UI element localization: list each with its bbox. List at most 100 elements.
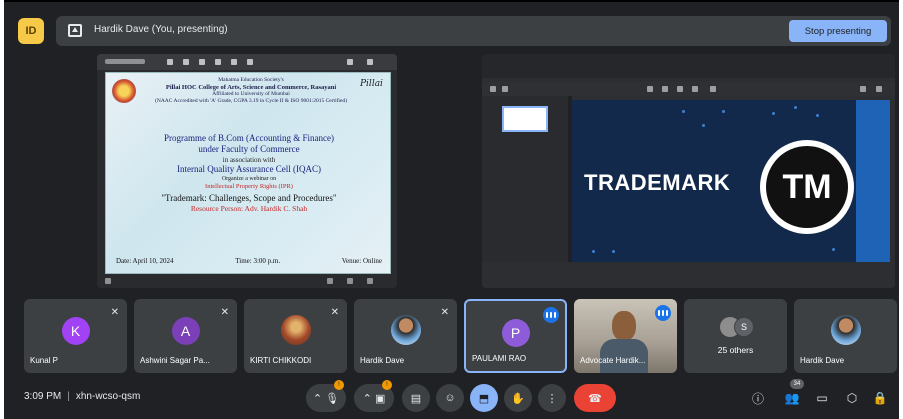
activities-icon[interactable]: ⬡: [842, 388, 862, 408]
chat-icon[interactable]: ▭: [812, 388, 832, 408]
slides-toolbar: [482, 82, 895, 96]
slides-toolbar-icon[interactable]: [876, 86, 882, 92]
poster-footer: Date: April 10, 2024 Time: 3:00 p.m. Ven…: [116, 257, 382, 265]
meeting-code: xhn-wcso-qsm: [75, 391, 141, 402]
speaking-icon: [655, 305, 671, 321]
participant-tile[interactable]: ✕ Hardik Dave: [354, 299, 457, 373]
webinar-poster: Pillai Mahatma Education Society's Pilla…: [105, 72, 391, 274]
others-tile[interactable]: S 25 others: [684, 299, 787, 373]
shared-poster-view: Pillai Mahatma Education Society's Pilla…: [97, 54, 397, 288]
toolbar-icon[interactable]: [231, 59, 237, 65]
participant-strip: ✕ K Kunal P ✕ A Ashwini Sagar Pa... ✕ KI…: [24, 299, 897, 373]
toolbar-icon[interactable]: [367, 59, 373, 65]
slide-thumbnails: [482, 96, 568, 262]
captions-icon: ▤: [410, 392, 422, 405]
mic-icon: 🎙: [325, 392, 340, 405]
toolbar-icon[interactable]: [183, 59, 189, 65]
avatar: [830, 315, 861, 345]
slides-toolbar-icon[interactable]: [710, 86, 716, 92]
warning-badge: !: [382, 380, 392, 390]
participant-tile[interactable]: Advocate Hardik...: [574, 299, 677, 373]
slide-title: TRADEMARK: [584, 170, 731, 195]
participant-name: Advocate Hardik...: [580, 356, 646, 365]
hangup-icon: ☎: [588, 392, 602, 405]
participant-name: Hardik Dave: [360, 356, 405, 365]
slides-toolbar-icon[interactable]: [490, 86, 496, 92]
present-button[interactable]: ⬒: [470, 384, 498, 412]
camera-button[interactable]: ⌃ ▣ !: [354, 380, 394, 412]
speaking-icon: [543, 307, 559, 323]
raise-hand-button[interactable]: ✋: [504, 384, 532, 412]
meeting-info: 3:09 PM | xhn-wcso-qsm: [24, 391, 141, 402]
poster-header: Mahatma Education Society's Pillai HOC C…: [155, 77, 347, 104]
meet-window: ID Hardik Dave (You, presenting) Stop pr…: [4, 0, 899, 419]
toolbar-icon[interactable]: [199, 59, 205, 65]
shared-slides-view: TRADEMARK TM: [482, 54, 895, 288]
chevron-up-icon: ⌃: [362, 392, 372, 405]
mic-off-icon: ✕: [110, 307, 119, 318]
mic-off-icon: ✕: [440, 307, 449, 318]
host-controls-icon[interactable]: 🔒: [870, 388, 890, 408]
present-icon: ⬒: [478, 392, 490, 405]
toolbar-icon[interactable]: [167, 59, 173, 65]
trademark-slide: TRADEMARK TM: [572, 100, 890, 262]
people-icon[interactable]: 👥: [782, 388, 802, 408]
tm-symbol: TM: [760, 140, 854, 234]
viewer-bottom-bar: [97, 274, 397, 288]
mic-off-icon: ✕: [330, 307, 339, 318]
avatar: P: [501, 319, 530, 347]
more-options-button[interactable]: ⋮: [538, 384, 566, 412]
emoji-button[interactable]: ☺: [436, 384, 464, 412]
participant-tile[interactable]: ✕ K Kunal P: [24, 299, 127, 373]
camera-icon: ▣: [374, 392, 386, 405]
toolbar-icon[interactable]: [347, 59, 353, 65]
chevron-up-icon: ⌃: [312, 392, 323, 405]
participant-name: Ashwini Sagar Pa...: [140, 356, 210, 365]
captions-button[interactable]: ▤: [402, 384, 430, 412]
participant-name: KIRTI CHIKKODI: [250, 356, 312, 365]
participant-tile[interactable]: P PAULAMI RAO: [464, 299, 567, 373]
avatar: [390, 315, 421, 345]
poster-body: Programme of B.Com (Accounting & Finance…: [161, 133, 337, 214]
emoji-icon: ☺: [444, 392, 456, 404]
info-icon[interactable]: ⓘ: [748, 388, 768, 408]
hand-icon: ✋: [511, 392, 525, 405]
avatar: K: [61, 317, 90, 345]
present-screen-icon: [68, 24, 82, 37]
avatar: A: [171, 317, 200, 345]
viewer-control-icon[interactable]: [347, 278, 353, 284]
leave-call-button[interactable]: ☎: [574, 384, 616, 412]
mic-button[interactable]: ⌃ 🎙 !: [306, 380, 346, 412]
participant-tile[interactable]: ✕ KIRTI CHIKKODI: [244, 299, 347, 373]
slides-toolbar-icon[interactable]: [647, 86, 653, 92]
viewer-toolbar: [97, 54, 397, 70]
mic-off-icon: ✕: [220, 307, 229, 318]
college-seal-icon: [112, 79, 136, 103]
clock-time: 3:09 PM: [24, 391, 62, 402]
toolbar-icon[interactable]: [247, 59, 253, 65]
stop-presenting-button[interactable]: Stop presenting: [789, 20, 887, 42]
participant-tile[interactable]: ✕ A Ashwini Sagar Pa...: [134, 299, 237, 373]
participant-name: Hardik Dave: [800, 356, 845, 365]
viewer-control-icon[interactable]: [105, 278, 111, 284]
slides-toolbar-icon[interactable]: [677, 86, 683, 92]
warning-badge: !: [334, 380, 344, 390]
presenting-label: Hardik Dave (You, presenting): [94, 24, 228, 35]
avatar: [280, 315, 311, 345]
slides-toolbar-icon[interactable]: [662, 86, 668, 92]
slides-toolbar-icon[interactable]: [692, 86, 698, 92]
slides-toolbar-icon[interactable]: [502, 86, 508, 92]
participant-name: Kunal P: [30, 356, 59, 365]
presenting-bar: Hardik Dave (You, presenting) Stop prese…: [56, 16, 891, 46]
viewer-control-icon[interactable]: [367, 278, 373, 284]
participant-name: PAULAMI RAO: [472, 354, 527, 363]
slide-thumbnail-active[interactable]: [502, 106, 548, 132]
app-logo: ID: [18, 18, 44, 44]
toolbar-icon[interactable]: [215, 59, 221, 65]
others-avatars: S: [720, 317, 760, 339]
slides-toolbar-icon[interactable]: [860, 86, 866, 92]
more-vert-icon: ⋮: [546, 392, 558, 405]
others-count-label: 25 others: [717, 345, 754, 355]
participant-tile[interactable]: Hardik Dave: [794, 299, 897, 373]
viewer-control-icon[interactable]: [327, 278, 333, 284]
